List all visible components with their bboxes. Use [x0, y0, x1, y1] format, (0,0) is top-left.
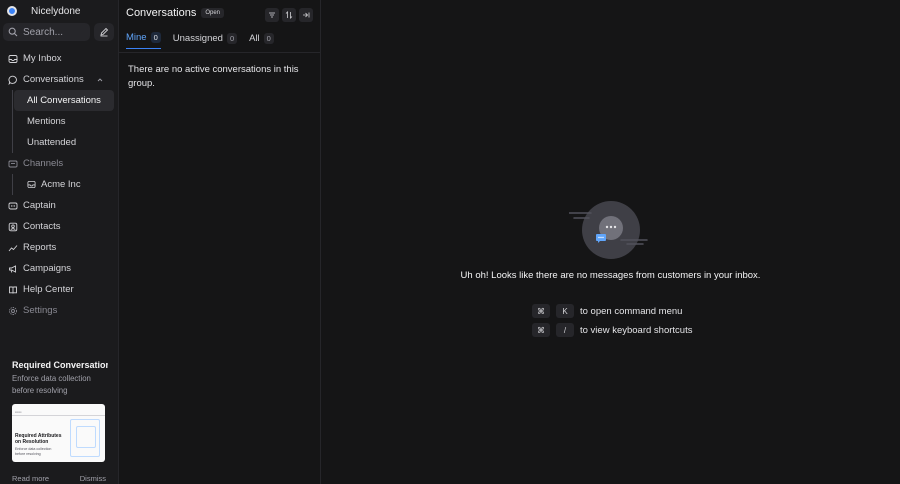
empty-inbox-illustration: [569, 201, 648, 259]
compose-button[interactable]: [94, 23, 114, 41]
promo-panel: Required Conversation Attributes Enforce…: [12, 360, 108, 462]
sidebar-item-reports[interactable]: Reports: [0, 237, 118, 258]
promo-card-subtitle: Enforce data collection before resolving: [15, 447, 52, 456]
app-root: Nicelydone Search... My Inbox Conversati…: [0, 0, 900, 484]
sidebar-item-campaigns[interactable]: Campaigns: [0, 258, 118, 279]
brand-name: Nicelydone: [31, 5, 81, 17]
channels-icon: [8, 160, 18, 167]
tab-count: 0: [150, 32, 161, 43]
sidebar-item-label: Conversations: [23, 74, 84, 85]
shortcut-label: to open command menu: [580, 305, 683, 317]
preview-logo: ▪▪▪▪▪▪: [15, 410, 22, 414]
brand[interactable]: Nicelydone: [0, 0, 80, 22]
sidebar-item-mentions[interactable]: Mentions: [14, 111, 114, 132]
sidebar-item-help-center[interactable]: Help Center: [0, 279, 118, 300]
sidebar-item-label: Captain: [23, 200, 56, 211]
sidebar: Nicelydone Search... My Inbox Conversati…: [0, 0, 119, 484]
shortcut-keyboard-shortcuts: ⌘ / to view keyboard shortcuts: [532, 323, 692, 337]
promo-actions: Read more Dismiss: [12, 474, 106, 483]
inbox-icon: [8, 54, 18, 63]
conversation-view: Uh oh! Looks like there are no messages …: [321, 0, 900, 484]
empty-list-message: There are no active conversations in thi…: [128, 64, 299, 89]
empty-inbox-message: Uh oh! Looks like there are no messages …: [460, 270, 761, 281]
sidebar-item-label: All Conversations: [27, 95, 101, 106]
tab-label: Unassigned: [172, 32, 223, 44]
tab-count: 0: [226, 32, 238, 44]
search-icon: [8, 27, 18, 37]
sidebar-item-acme-inc[interactable]: Acme Inc: [14, 174, 114, 195]
inbox-channel-icon: [27, 180, 36, 189]
page-title: Conversations: [126, 7, 197, 19]
subnav-line: [12, 90, 13, 153]
tab-mine[interactable]: Mine 0: [126, 32, 161, 49]
sidebar-item-contacts[interactable]: Contacts: [0, 216, 118, 237]
sidebar-item-label: My Inbox: [23, 53, 62, 64]
megaphone-icon: [9, 264, 16, 273]
sidebar-item-label: Acme Inc: [41, 179, 81, 190]
chevron-up-icon: [97, 77, 103, 81]
shortcut-key: /: [556, 323, 574, 337]
conversation-list-panel: Conversations Open Mine 0 Unassigned 0 A…: [119, 0, 321, 484]
promo-card-title: Required Attributes on Resolution: [15, 433, 62, 445]
conversation-tabs: Mine 0 Unassigned 0 All 0: [126, 32, 274, 49]
status-badge[interactable]: Open: [201, 8, 225, 18]
shortcut-label: to view keyboard shortcuts: [580, 324, 693, 336]
subnav-line: [12, 174, 13, 195]
sidebar-item-label: Contacts: [23, 221, 61, 232]
sidebar-item-label: Channels: [23, 158, 64, 169]
sidebar-item-channels[interactable]: Channels: [0, 153, 118, 174]
tab-label: All: [249, 32, 260, 44]
promo-title: Required Conversation Attributes: [12, 360, 108, 370]
sidebar-item-unattended[interactable]: Unattended: [14, 132, 114, 153]
filter-icon: [269, 12, 275, 18]
read-more-link[interactable]: Read more: [12, 474, 49, 483]
book-icon: [9, 286, 17, 294]
gear-icon: [9, 306, 17, 315]
tab-all[interactable]: All 0: [249, 32, 274, 49]
sidebar-nav: My Inbox Conversations All Conversations…: [0, 48, 118, 321]
filter-button[interactable]: [265, 8, 279, 22]
tabs-divider: [119, 52, 320, 53]
tab-count: 0: [263, 32, 274, 44]
tab-unassigned[interactable]: Unassigned 0: [172, 32, 238, 49]
sidebar-item-label: Settings: [23, 305, 58, 316]
shortcut-command-menu: ⌘ K to open command menu: [532, 304, 682, 318]
tab-label: Mine: [126, 32, 147, 43]
captain-icon: [8, 202, 18, 209]
promo-description: Enforce data collection before resolving: [12, 374, 91, 395]
dismiss-button[interactable]: Dismiss: [80, 474, 106, 483]
conversations-subnav: All Conversations Mentions Unattended: [8, 90, 118, 153]
sidebar-item-my-inbox[interactable]: My Inbox: [0, 48, 118, 69]
sidebar-item-conversations[interactable]: Conversations: [0, 69, 118, 90]
search-row: Search...: [3, 23, 114, 41]
chat-bubble-icon: [8, 75, 17, 85]
list-header: Conversations Open: [126, 7, 225, 19]
promo-preview-image[interactable]: ▪▪▪▪▪▪ Required Attributes on Resolution…: [12, 404, 105, 462]
collapse-panel-button[interactable]: [299, 8, 313, 22]
collapse-icon: [303, 12, 310, 18]
sidebar-item-label: Mentions: [27, 116, 66, 127]
sidebar-item-label: Reports: [23, 242, 57, 253]
sidebar-item-all-conversations[interactable]: All Conversations: [14, 90, 114, 111]
sidebar-item-label: Help Center: [23, 284, 74, 295]
sidebar-item-captain[interactable]: Captain: [0, 195, 118, 216]
sidebar-item-label: Campaigns: [23, 263, 72, 274]
channels-subnav: Acme Inc: [8, 174, 118, 195]
contacts-icon: [8, 222, 18, 231]
preview-box: [76, 426, 96, 448]
shortcut-key: K: [556, 304, 574, 318]
search-input[interactable]: Search...: [3, 23, 90, 41]
command-key: ⌘: [532, 323, 550, 337]
brand-logo-icon: [7, 6, 17, 16]
pencil-icon: [100, 27, 109, 37]
sidebar-item-label: Unattended: [27, 137, 77, 148]
sort-button[interactable]: [282, 8, 296, 22]
sort-icon: [285, 11, 293, 19]
command-key: ⌘: [532, 304, 550, 318]
list-header-actions: [265, 8, 313, 22]
preview-divider: [12, 415, 105, 416]
chart-line-icon: [8, 244, 18, 251]
search-placeholder: Search...: [23, 26, 64, 38]
sidebar-item-settings[interactable]: Settings: [0, 300, 118, 321]
